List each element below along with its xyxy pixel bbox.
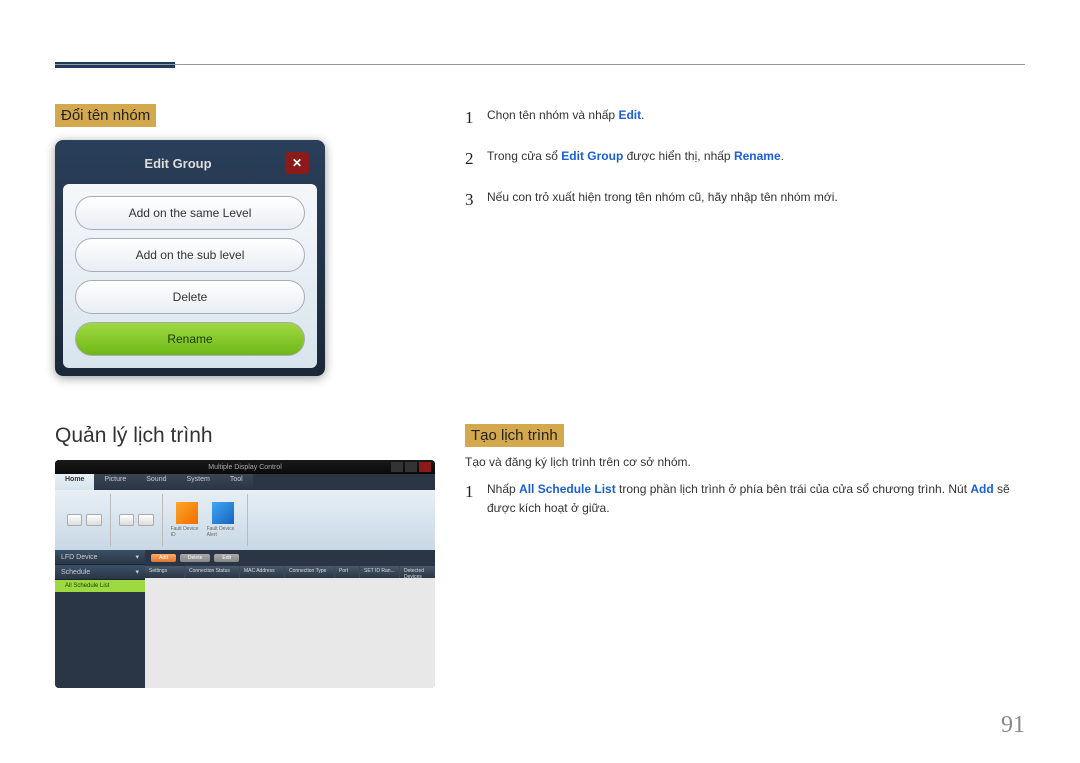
rename-keyword: Rename	[734, 149, 781, 163]
sidebar-item-all-schedule[interactable]: All Schedule List	[55, 580, 145, 592]
section3-description: Tạo và đăng ký lịch trình trên cơ sở nhó…	[465, 455, 691, 469]
section-title-text: Tạo lịch trình	[465, 424, 564, 447]
fault-id-icon	[176, 502, 198, 524]
ribbon-small-button[interactable]	[86, 514, 101, 526]
section-title-schedule-mgmt: Quản lý lịch trình	[55, 424, 213, 448]
ribbon-group-1	[59, 494, 111, 546]
grid-col-conn-type: Connection Type	[285, 566, 335, 578]
grid-col-settings: Settings	[145, 566, 185, 578]
all-schedule-list-keyword: All Schedule List	[519, 482, 616, 496]
toolbar-add-button[interactable]: Add	[151, 554, 176, 562]
step-1: 1 Chọn tên nhóm và nhấp Edit.	[465, 104, 1020, 131]
ribbon-body: Fault Device ID Fault Device Alert	[55, 490, 435, 550]
step-number: 3	[465, 186, 487, 213]
chevron-down-icon: ▾	[135, 553, 139, 561]
mdc-titlebar: Multiple Display Control	[55, 460, 435, 474]
ribbon-tabs: Home Picture Sound System Tool	[55, 474, 435, 490]
grid-col-connection-status: Connection Status	[185, 566, 240, 578]
step-number: 2	[465, 145, 487, 172]
mdc-ribbon-area: Home Picture Sound System Tool	[55, 474, 435, 550]
page-number: 91	[1001, 712, 1025, 739]
sidebar-header-schedule[interactable]: Schedule▾	[55, 565, 145, 580]
section-title-rename-group: Đổi tên nhóm	[55, 104, 156, 127]
window-controls	[391, 462, 431, 472]
edit-group-keyword: Edit Group	[561, 149, 623, 163]
mdc-title: Multiple Display Control	[208, 464, 282, 471]
grid-col-mac: MAC Address	[240, 566, 285, 578]
step-1: 1 Nhấp All Schedule List trong phần lịch…	[465, 478, 1020, 518]
header-divider	[55, 64, 1025, 65]
step-number: 1	[465, 104, 487, 131]
dialog-body: Add on the same Level Add on the sub lev…	[63, 184, 317, 368]
dialog-title: Edit Group	[71, 156, 285, 171]
step-text: Trong cửa sổ Edit Group được hiển thị, n…	[487, 145, 784, 172]
close-window-button[interactable]	[419, 462, 431, 472]
steps-create-schedule: 1 Nhấp All Schedule List trong phần lịch…	[465, 478, 1020, 532]
close-button[interactable]: ✕	[285, 152, 309, 174]
step-3: 3 Nếu con trỏ xuất hiện trong tên nhóm c…	[465, 186, 1020, 213]
step-text: Nếu con trỏ xuất hiện trong tên nhóm cũ,…	[487, 186, 838, 213]
maximize-button[interactable]	[405, 462, 417, 472]
dialog-header: Edit Group ✕	[63, 148, 317, 184]
mdc-toolbar: Add Delete Edit	[145, 550, 435, 566]
ribbon-small-button[interactable]	[138, 514, 153, 526]
fault-device-id-button[interactable]: Fault Device ID	[171, 502, 203, 538]
mdc-window-screenshot: Multiple Display Control Home Picture So…	[55, 460, 435, 688]
ribbon-group-2	[111, 494, 163, 546]
ribbon-small-button[interactable]	[67, 514, 82, 526]
section-title-text: Đổi tên nhóm	[55, 104, 156, 127]
mdc-sidebar: LFD Device▾ Schedule▾ All Schedule List	[55, 550, 145, 688]
grid-col-detected: Detected Devices	[400, 566, 435, 578]
ribbon-group-fault: Fault Device ID Fault Device Alert	[163, 494, 248, 546]
fault-device-alert-button[interactable]: Fault Device Alert	[207, 502, 239, 538]
mdc-content: LFD Device▾ Schedule▾ All Schedule List …	[55, 550, 435, 688]
close-icon: ✕	[292, 156, 302, 170]
sidebar-header-lfd[interactable]: LFD Device▾	[55, 550, 145, 565]
edit-keyword: Edit	[618, 108, 641, 122]
grid-body	[145, 578, 435, 688]
ribbon-small-button[interactable]	[119, 514, 134, 526]
grid-col-setid: SET ID Ran...	[360, 566, 400, 578]
tab-picture[interactable]: Picture	[94, 474, 136, 490]
grid-header: Settings Connection Status MAC Address C…	[145, 566, 435, 578]
toolbar-edit-button[interactable]: Edit	[214, 554, 239, 562]
minimize-button[interactable]	[391, 462, 403, 472]
step-2: 2 Trong cửa sổ Edit Group được hiển thị,…	[465, 145, 1020, 172]
fault-alert-icon	[212, 502, 234, 524]
tab-sound[interactable]: Sound	[136, 474, 176, 490]
toolbar-delete-button[interactable]: Delete	[180, 554, 210, 562]
rename-button[interactable]: Rename	[75, 322, 305, 356]
chevron-down-icon: ▾	[135, 568, 139, 576]
section-title-create-schedule: Tạo lịch trình	[465, 424, 564, 447]
step-text: Chọn tên nhóm và nhấp Edit.	[487, 104, 644, 131]
header-accent-bar	[55, 62, 175, 68]
add-keyword: Add	[970, 482, 993, 496]
edit-group-dialog: Edit Group ✕ Add on the same Level Add o…	[55, 140, 325, 376]
mdc-main: Add Delete Edit Settings Connection Stat…	[145, 550, 435, 688]
tab-tool[interactable]: Tool	[220, 474, 253, 490]
add-sub-level-button[interactable]: Add on the sub level	[75, 238, 305, 272]
add-same-level-button[interactable]: Add on the same Level	[75, 196, 305, 230]
step-text: Nhấp All Schedule List trong phần lịch t…	[487, 478, 1020, 518]
delete-button[interactable]: Delete	[75, 280, 305, 314]
step-number: 1	[465, 478, 487, 518]
tab-home[interactable]: Home	[55, 474, 94, 490]
tab-system[interactable]: System	[177, 474, 220, 490]
grid-col-port: Port	[335, 566, 360, 578]
steps-rename-group: 1 Chọn tên nhóm và nhấp Edit. 2 Trong cử…	[465, 104, 1020, 228]
